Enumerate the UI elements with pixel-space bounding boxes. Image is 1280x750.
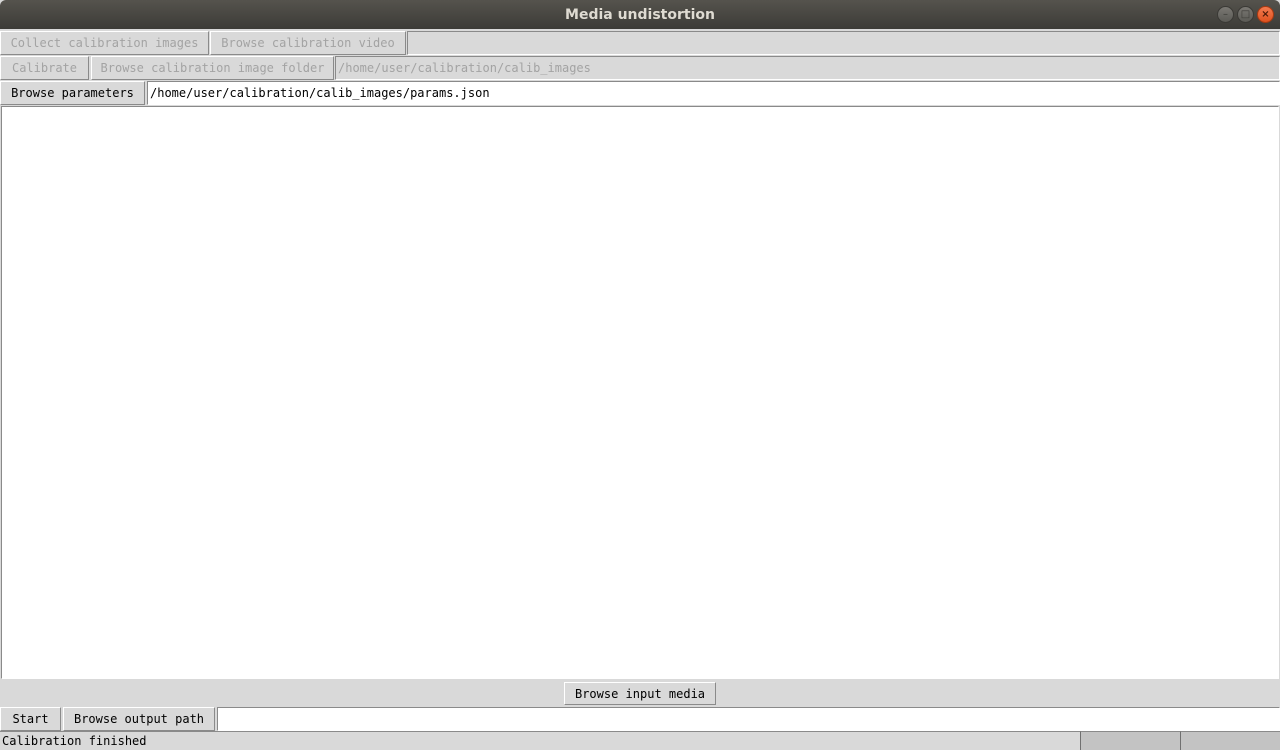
calibration-video-path-field[interactable] bbox=[407, 31, 1280, 55]
calibration-folder-row: Calibrate Browse calibration image folde… bbox=[0, 56, 1280, 80]
maximize-icon: □ bbox=[1240, 8, 1251, 20]
output-row: Start Browse output path bbox=[0, 707, 1280, 731]
window-controls: – □ × bbox=[1217, 6, 1274, 23]
status-cell-1 bbox=[1080, 731, 1180, 750]
status-bar: Calibration finished bbox=[0, 731, 1280, 750]
calibration-folder-path-field[interactable]: /home/user/calibration/calib_images bbox=[335, 56, 1280, 80]
close-button[interactable]: × bbox=[1257, 6, 1274, 23]
collect-calibration-images-button[interactable]: Collect calibration images bbox=[0, 31, 209, 55]
maximize-button[interactable]: □ bbox=[1237, 6, 1254, 23]
minimize-button[interactable]: – bbox=[1217, 6, 1234, 23]
window-title: Media undistortion bbox=[565, 6, 715, 23]
parameters-path-field[interactable]: /home/user/calibration/calib_images/para… bbox=[147, 81, 1280, 105]
browse-parameters-button[interactable]: Browse parameters bbox=[0, 81, 145, 105]
minimize-icon: – bbox=[1223, 8, 1228, 20]
browse-output-path-button[interactable]: Browse output path bbox=[63, 707, 215, 731]
browse-input-media-button[interactable]: Browse input media bbox=[564, 682, 716, 705]
close-icon: × bbox=[1261, 8, 1270, 20]
title-bar[interactable]: Media undistortion – □ × bbox=[0, 0, 1280, 29]
preview-canvas bbox=[1, 106, 1279, 679]
status-message: Calibration finished bbox=[0, 731, 1080, 750]
browse-calibration-image-folder-button[interactable]: Browse calibration image folder bbox=[91, 56, 334, 80]
status-cell-2 bbox=[1180, 731, 1280, 750]
start-button[interactable]: Start bbox=[0, 707, 61, 731]
parameters-row: Browse parameters /home/user/calibration… bbox=[0, 81, 1280, 105]
calibrate-button[interactable]: Calibrate bbox=[0, 56, 89, 80]
browse-calibration-video-button[interactable]: Browse calibration video bbox=[210, 31, 406, 55]
output-path-field[interactable] bbox=[217, 707, 1280, 731]
calibration-capture-row: Collect calibration images Browse calibr… bbox=[0, 31, 1280, 55]
input-media-row: Browse input media bbox=[0, 682, 1280, 705]
